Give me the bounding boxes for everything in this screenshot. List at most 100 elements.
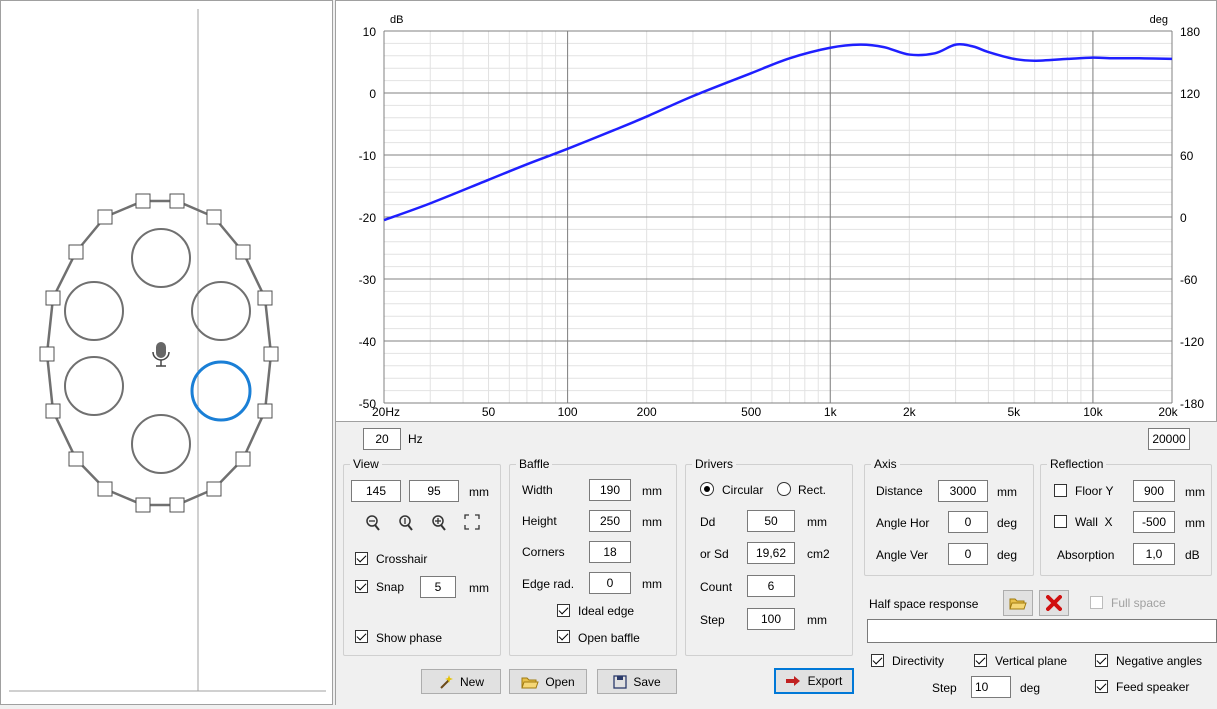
feed-speaker-checkbox[interactable] [1095, 680, 1108, 693]
fit-all-icon [464, 514, 480, 530]
reflection-title: Reflection [1047, 457, 1107, 471]
options-step-input[interactable]: 10 [971, 676, 1011, 698]
new-button[interactable]: New [421, 669, 501, 694]
corners-input[interactable]: 18 [589, 541, 631, 563]
save-button[interactable]: Save [597, 669, 677, 694]
distance-input[interactable]: 3000 [938, 480, 988, 502]
absorption-label: Absorption [1057, 548, 1115, 562]
open-half-space-button[interactable] [1003, 590, 1033, 616]
dd-input[interactable]: 50 [747, 510, 795, 532]
zoom-in-icon [432, 515, 446, 531]
circular-radio[interactable] [700, 482, 714, 496]
freq-max-input[interactable]: 20000 [1148, 428, 1190, 450]
delete-icon [1046, 595, 1062, 611]
count-label: Count [700, 580, 733, 594]
directivity-checkbox[interactable] [871, 654, 884, 667]
angle-hor-input[interactable]: 0 [948, 511, 988, 533]
edge-input[interactable]: 0 [589, 572, 631, 594]
clear-half-space-button[interactable] [1039, 590, 1069, 616]
open-button[interactable]: Open [509, 669, 587, 694]
options-step-unit: deg [1020, 681, 1041, 695]
x-tick-label: 10k [1083, 405, 1103, 419]
x-tick-label: 500 [741, 405, 761, 419]
width-unit: mm [642, 484, 662, 498]
step-label: Step [700, 613, 725, 627]
distance-label: Distance [876, 484, 923, 498]
zoom-out-x-icon [366, 515, 380, 531]
folder-open-icon [1009, 598, 1027, 610]
full-space-label: Full space [1111, 596, 1166, 610]
negative-angles-checkbox[interactable] [1095, 654, 1108, 667]
step-unit: mm [807, 613, 827, 627]
open-baffle-checkbox[interactable] [557, 630, 570, 643]
step-input[interactable]: 100 [747, 608, 795, 630]
distance-unit: mm [997, 485, 1017, 499]
folder-open-icon [521, 677, 540, 688]
options-step-label: Step [932, 681, 957, 695]
y-left-tick-label: -30 [359, 273, 377, 287]
view-x-input[interactable]: 145 [351, 480, 401, 502]
width-input[interactable]: 190 [589, 479, 631, 501]
open-button-label: Open [545, 674, 575, 689]
floor-unit: mm [1185, 485, 1205, 499]
x-tick-label: 1k [824, 405, 838, 419]
baffle-canvas[interactable] [0, 0, 333, 705]
ideal-edge-label: Ideal edge [578, 604, 635, 618]
angle-hor-unit: deg [997, 516, 1018, 530]
wall-unit: mm [1185, 516, 1205, 530]
wall-label: Wall X [1075, 515, 1113, 529]
x-tick-label: 5k [1008, 405, 1022, 419]
x-tick-label: 2k [903, 405, 917, 419]
view-y-input[interactable]: 95 [409, 480, 459, 502]
ideal-edge-checkbox[interactable] [557, 604, 570, 617]
freq-min-unit: Hz [408, 432, 423, 446]
show-phase-label: Show phase [376, 631, 443, 645]
snap-checkbox[interactable] [355, 580, 368, 593]
crosshair-checkbox[interactable] [355, 552, 368, 565]
height-input[interactable]: 250 [589, 510, 631, 532]
x-tick-label: 50 [482, 405, 496, 419]
absorption-input[interactable]: 1,0 [1133, 543, 1175, 565]
angle-ver-unit: deg [997, 548, 1018, 562]
view-title: View [350, 457, 382, 471]
baffle-title: Baffle [516, 457, 553, 471]
directivity-label: Directivity [892, 654, 945, 668]
sd-input[interactable]: 19,62 [747, 542, 795, 564]
frequency-response-chart: 10 0 -10 -20 -30 -40 -50 dB 180 120 60 0 -60 -120 -180… [335, 0, 1217, 422]
angle-ver-input[interactable]: 0 [948, 543, 988, 565]
absorption-unit: dB [1185, 548, 1200, 562]
negative-angles-label: Negative angles [1116, 654, 1203, 668]
y-left-tick-label: 10 [363, 25, 377, 39]
y-left-tick-label: 0 [369, 87, 376, 101]
width-label: Width [522, 483, 553, 497]
microphone-icon [152, 342, 170, 367]
freq-min-input[interactable]: 20 [363, 428, 401, 450]
floppy-disk-icon [613, 674, 627, 689]
half-space-path-input[interactable] [867, 619, 1217, 643]
show-phase-checkbox[interactable] [355, 630, 368, 643]
y-right-tick-label: -180 [1180, 397, 1204, 411]
height-label: Height [522, 514, 557, 528]
floor-input[interactable]: 900 [1133, 480, 1175, 502]
y-left-tick-label: -20 [359, 211, 377, 225]
magic-wand-icon [440, 674, 453, 689]
view-unit: mm [469, 485, 489, 499]
wall-input[interactable]: -500 [1133, 511, 1175, 533]
full-space-checkbox[interactable] [1090, 596, 1103, 609]
count-input[interactable]: 6 [747, 575, 795, 597]
axis-title: Axis [871, 457, 900, 471]
vertical-plane-checkbox[interactable] [974, 654, 987, 667]
edge-label: Edge rad. [522, 577, 575, 591]
y-right-unit: deg [1150, 14, 1168, 26]
snap-label: Snap [376, 580, 405, 594]
wall-checkbox[interactable] [1054, 515, 1067, 528]
export-button[interactable]: Export [774, 668, 854, 694]
snap-input[interactable]: 5 [420, 576, 456, 598]
rect-label: Rect. [798, 483, 827, 497]
open-baffle-label: Open baffle [578, 631, 640, 645]
dd-label: Dd [700, 515, 716, 529]
sd-unit: cm2 [807, 547, 830, 561]
rect-radio[interactable] [777, 482, 791, 496]
floor-checkbox[interactable] [1054, 484, 1067, 497]
y-right-tick-label: 60 [1180, 149, 1194, 163]
